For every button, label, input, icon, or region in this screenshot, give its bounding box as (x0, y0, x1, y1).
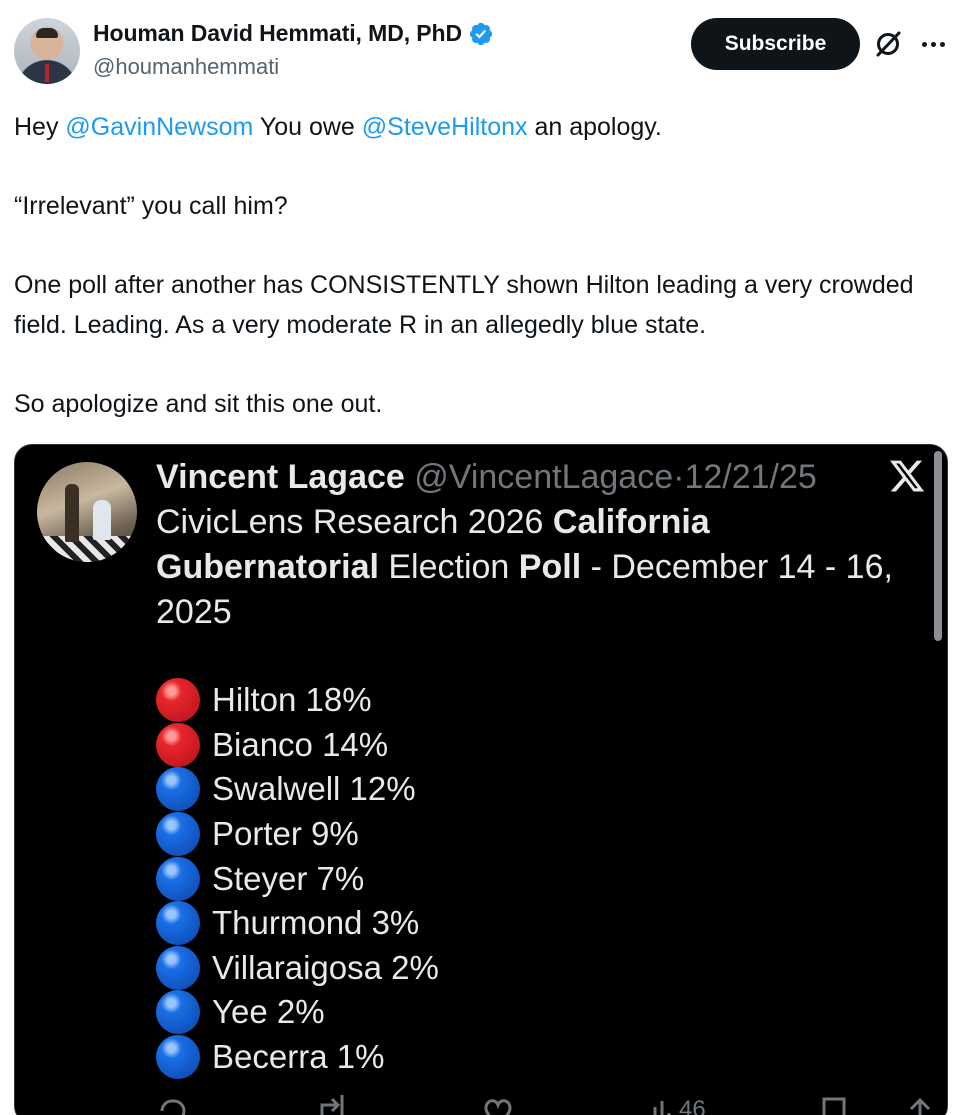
red-circle-icon (156, 722, 200, 767)
blue-circle-icon (156, 990, 200, 1035)
tweet-line-3: One poll after another has CONSISTENTLY … (14, 271, 914, 339)
text-segment: CivicLens Research 2026 (156, 503, 553, 541)
embedded-post-text: CivicLens Research 2026 California Guber… (156, 500, 916, 635)
text-segment-bold: Poll (518, 548, 582, 586)
embedded-author-avatar (37, 462, 137, 562)
tweet-text: Hey @GavinNewsom You owe @SteveHiltonx a… (14, 108, 944, 424)
x-logo-icon (889, 460, 925, 492)
author-handle[interactable]: @houmanhemmati (93, 54, 279, 80)
embedded-author-handle: @VincentLagace (414, 458, 674, 496)
poll-row-label: Yee 2% (212, 993, 325, 1031)
poll-row-label: Steyer 7% (212, 859, 365, 897)
author-avatar[interactable] (14, 18, 80, 84)
poll-row: Becerra 1% (156, 1035, 756, 1080)
embedded-post-actions: 46 (156, 1095, 936, 1115)
red-circle-icon (156, 678, 200, 723)
tweet-header: Houman David Hemmati, MD, PhD @houmanhem… (0, 0, 963, 100)
blue-circle-icon (156, 812, 200, 857)
author-display-name[interactable]: Houman David Hemmati, MD, PhD (93, 20, 462, 47)
tweet-line-4: So apologize and sit this one out. (14, 389, 383, 418)
dot-icon (939, 41, 945, 47)
embedded-post-image[interactable]: Vincent Lagace @VincentLagace·12/21/25 C… (14, 444, 948, 1115)
mention-link[interactable]: @GavinNewsom (65, 113, 253, 141)
blue-circle-icon (156, 767, 200, 812)
avatar-tie (45, 64, 49, 82)
subscribe-button[interactable]: Subscribe (691, 18, 860, 70)
tweet-line-2: “Irrelevant” you call him? (14, 192, 288, 220)
poll-row: Hilton 18% (156, 678, 756, 723)
embedded-post-date: 12/21/25 (684, 458, 817, 496)
text-segment: You owe (253, 113, 362, 141)
poll-row-label: Bianco 14% (212, 725, 389, 763)
mention-link[interactable]: @SteveHiltonx (362, 113, 528, 141)
dot-icon (930, 41, 936, 47)
poll-row: Thurmond 3% (156, 901, 756, 946)
poll-row: Steyer 7% (156, 856, 756, 901)
poll-row: Villaraigosa 2% (156, 945, 756, 991)
poll-row: Porter 9% (156, 812, 756, 857)
blue-circle-icon (156, 945, 200, 990)
poll-row: Bianco 14% (156, 722, 756, 768)
poll-row-label: Porter 9% (212, 815, 359, 853)
views-count: 46 (679, 1096, 706, 1115)
repost-icon (316, 1095, 348, 1115)
poll-row: Swalwell 12% (156, 767, 756, 812)
poll-row-label: Villaraigosa 2% (212, 948, 439, 986)
share-icon (906, 1095, 934, 1115)
text-segment: Hey (14, 113, 66, 141)
meta-separator: · (673, 458, 685, 496)
tweet-line-1: Hey @GavinNewsom You owe @SteveHiltonx a… (14, 108, 944, 148)
dot-icon (921, 41, 927, 47)
poll-row-label: Swalwell 12% (212, 770, 416, 808)
bookmark-icon (821, 1095, 847, 1115)
more-options-icon[interactable] (918, 30, 948, 58)
grok-icon[interactable] (872, 28, 904, 60)
scrollbar (934, 451, 942, 641)
reply-icon (156, 1095, 188, 1115)
text-segment: an apology. (527, 113, 662, 141)
views-icon: 46 (651, 1095, 706, 1115)
poll-row-label: Becerra 1% (212, 1038, 385, 1076)
embedded-author-name: Vincent Lagace (156, 458, 405, 496)
poll-row-label: Hilton 18% (212, 681, 372, 719)
poll-row-label: Thurmond 3% (212, 904, 420, 942)
embedded-post-header: Vincent Lagace @VincentLagace·12/21/25 (156, 454, 817, 500)
avatar-figure (65, 484, 79, 542)
poll-results-list: Hilton 18% Bianco 14% Swalwell 12% Porte… (156, 678, 756, 1080)
poll-row: Yee 2% (156, 990, 756, 1035)
blue-circle-icon (156, 901, 200, 946)
author-name-row: Houman David Hemmati, MD, PhD (93, 20, 494, 47)
avatar-hair (36, 28, 58, 38)
text-segment: Election (378, 548, 519, 586)
blue-circle-icon (156, 1035, 200, 1080)
avatar-floor (37, 536, 137, 562)
like-icon (481, 1095, 515, 1115)
blue-circle-icon (156, 856, 200, 901)
verified-badge-icon[interactable] (468, 21, 494, 47)
avatar-figure (93, 500, 111, 540)
